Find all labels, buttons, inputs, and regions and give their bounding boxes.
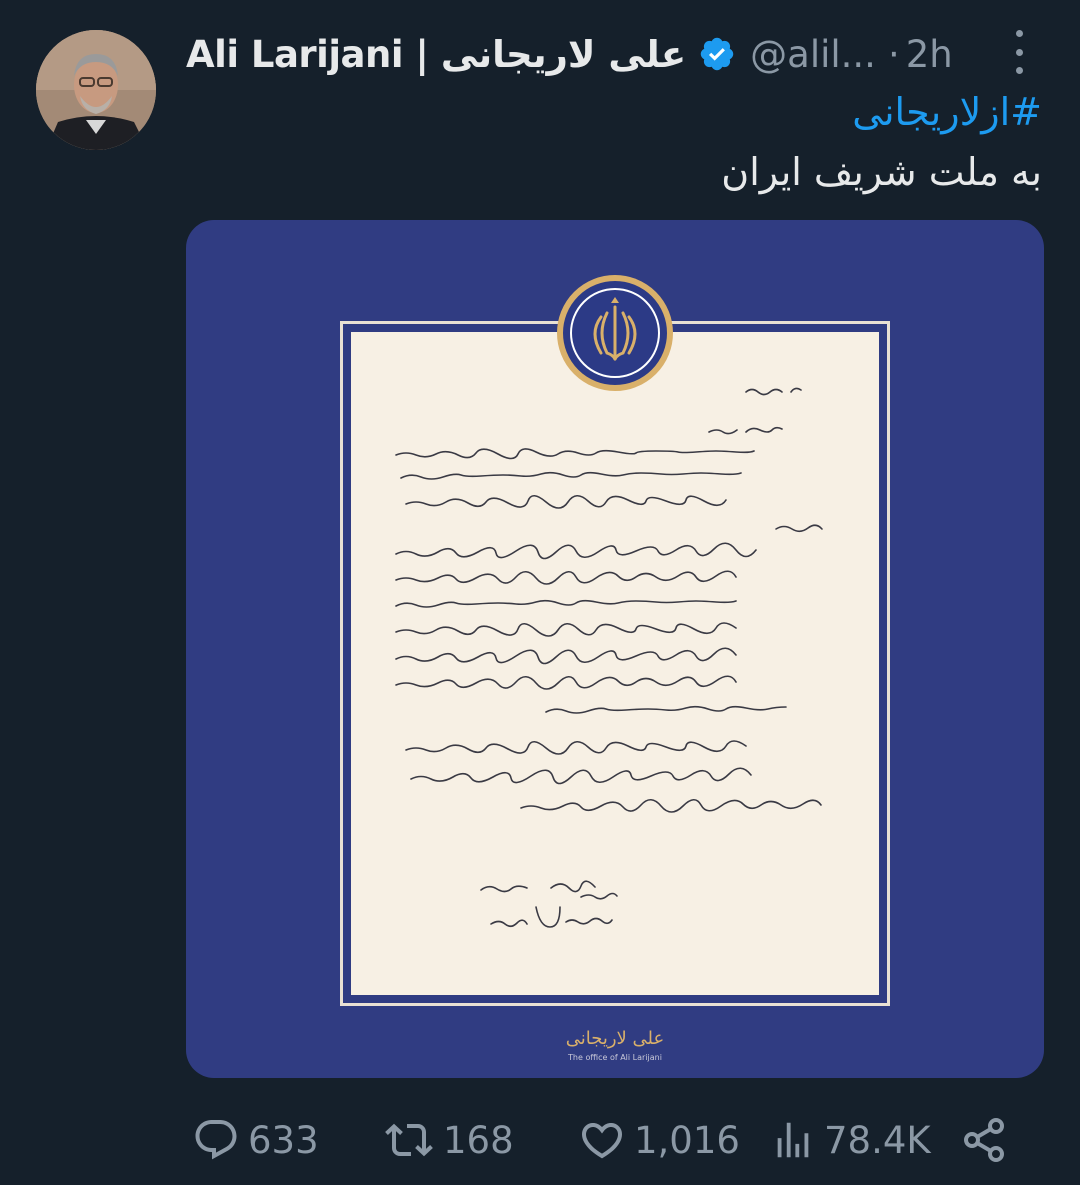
like-count: 1,016 [634,1118,740,1162]
avatar[interactable] [36,30,156,150]
hashtag-link[interactable]: #ازلاریجانی [852,90,1042,134]
author-handle[interactable]: @alil... [750,33,876,76]
share-button[interactable] [960,1110,1008,1170]
views-button[interactable]: 78.4K [770,1110,931,1170]
iran-emblem-icon [557,275,673,391]
retweet-icon [385,1123,433,1157]
reply-count: 633 [248,1118,319,1162]
avatar-image [36,30,156,150]
office-logo: علی لاریجانی The office of Ali Larijani [566,1028,665,1062]
tweet-image[interactable]: علی لاریجانی The office of Ali Larijani [186,220,1044,1078]
office-logo-caption: The office of Ali Larijani [567,1053,662,1062]
handwritten-letter [395,387,823,928]
reply-button[interactable]: 633 [192,1110,319,1170]
letter-frame [340,321,890,1006]
share-icon [964,1118,1004,1162]
reply-icon [195,1120,237,1160]
verified-badge-icon[interactable] [698,35,736,73]
tweet-text: به ملت شریف ایران [721,150,1042,194]
views-count: 78.4K [824,1118,931,1162]
retweet-button[interactable]: 168 [383,1110,514,1170]
like-button[interactable]: 1,016 [578,1110,740,1170]
office-logo-text: علی لاریجانی [566,1028,665,1049]
action-bar: 633 168 1,016 78.4K [0,1110,1080,1170]
author-name[interactable]: Ali Larijani | علی لاریجانی [186,33,687,76]
tweet-header: Ali Larijani | علی لاریجانی @alil... · 2… [186,26,1046,82]
dot-separator: · [887,32,900,76]
more-vertical-icon[interactable] [1004,28,1034,76]
letter-paper [351,332,879,995]
views-chart-icon [777,1122,809,1158]
heart-icon [581,1123,623,1159]
post-time[interactable]: 2h [906,33,953,76]
retweet-count: 168 [443,1118,514,1162]
